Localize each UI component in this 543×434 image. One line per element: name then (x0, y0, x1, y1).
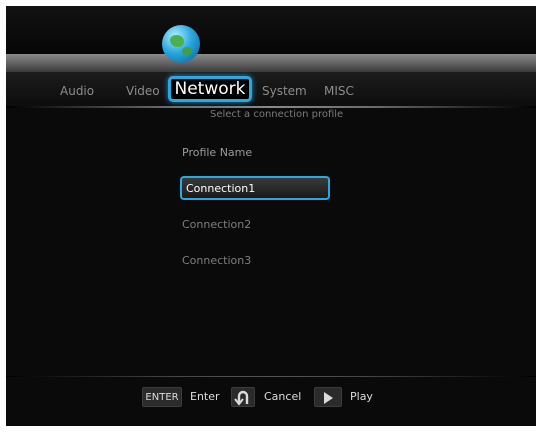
tab-audio[interactable]: Audio (60, 84, 94, 98)
play-icon (324, 392, 333, 404)
top-strip (6, 6, 536, 54)
enter-key-button[interactable]: ENTER (142, 387, 182, 407)
return-arrow-icon (234, 390, 249, 406)
tab-video[interactable]: Video (126, 84, 160, 98)
profile-list-header: Profile Name (182, 146, 253, 159)
play-key-button[interactable] (314, 387, 342, 407)
profile-item-connection1[interactable]: Connection1 (180, 176, 330, 200)
header-band (6, 54, 536, 72)
page-subtitle: Select a connection profile (210, 109, 344, 120)
play-label: Play (350, 390, 373, 403)
network-globe-icon (162, 25, 200, 63)
profile-item-connection3[interactable]: Connection3 (182, 254, 251, 267)
cancel-label: Cancel (264, 390, 302, 403)
tab-misc[interactable]: MISC (324, 84, 354, 98)
profile-item-connection2[interactable]: Connection2 (182, 218, 251, 231)
enter-label: Enter (190, 390, 220, 403)
footer-divider (6, 376, 536, 377)
tab-divider (6, 106, 536, 108)
cancel-key-button[interactable] (231, 387, 255, 407)
tab-network[interactable]: Network (168, 76, 252, 102)
settings-screen: Audio Video Network System MISC Select a… (6, 6, 536, 426)
tab-system[interactable]: System (262, 84, 307, 98)
